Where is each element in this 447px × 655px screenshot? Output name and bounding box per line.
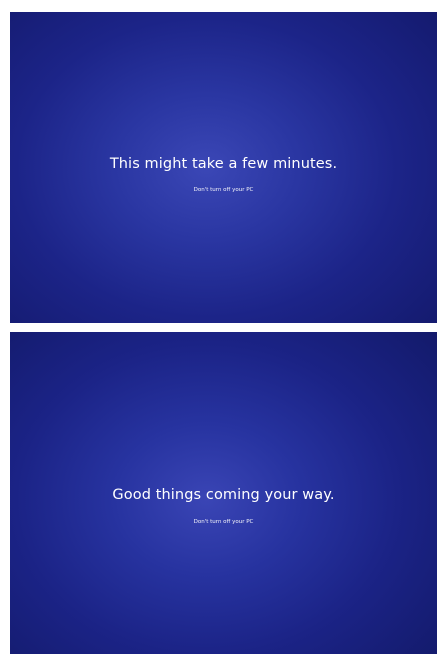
status-subline: Don't turn off your PC bbox=[193, 519, 254, 525]
update-screen-top: This might take a few minutes. Don't tur… bbox=[10, 12, 437, 323]
status-headline: Good things coming your way. bbox=[112, 487, 335, 503]
status-headline: This might take a few minutes. bbox=[109, 156, 338, 172]
status-subline: Don't turn off your PC bbox=[193, 187, 254, 193]
update-screen-bottom: Good things coming your way. Don't turn … bbox=[10, 332, 437, 654]
